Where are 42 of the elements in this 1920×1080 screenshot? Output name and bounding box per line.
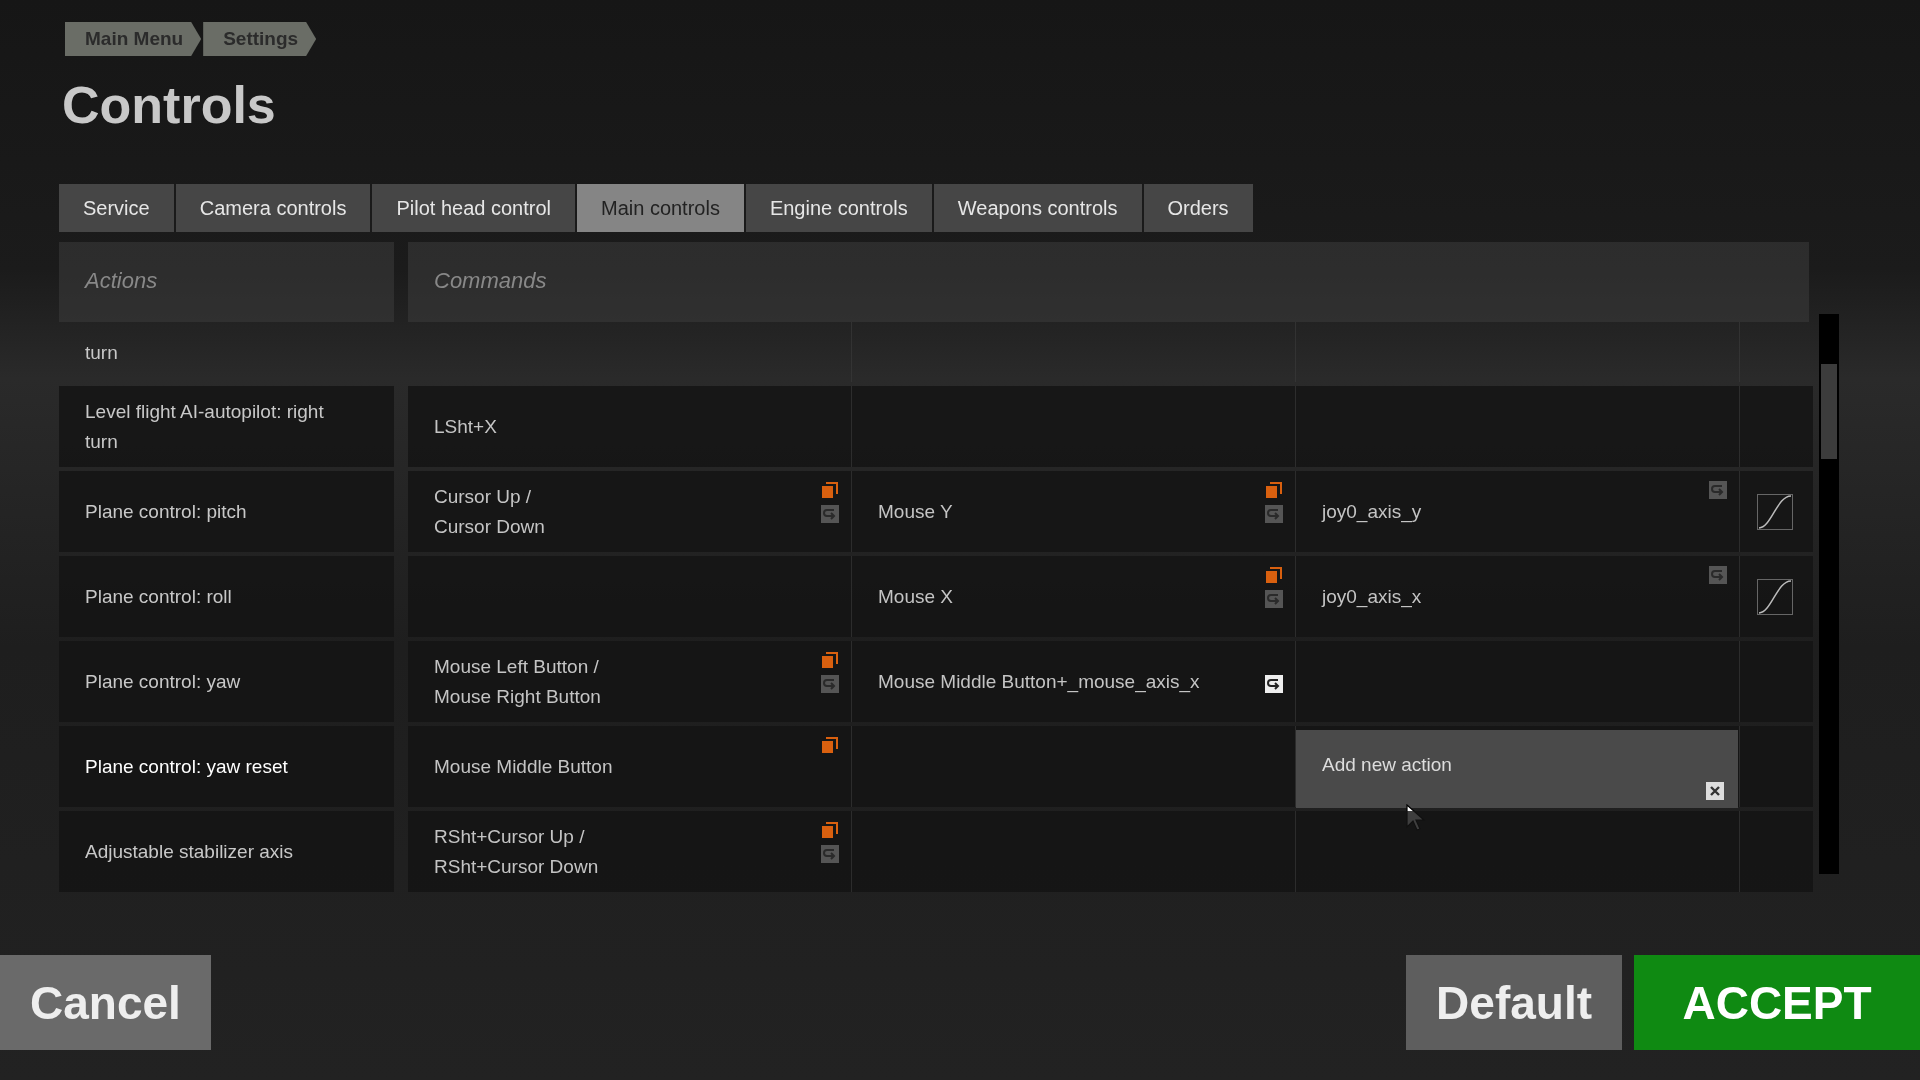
action-cell[interactable]: turn	[59, 322, 394, 382]
binding-text[interactable]: LSht+X	[434, 411, 497, 442]
copy-icon[interactable]	[1265, 481, 1283, 499]
tab[interactable]: Camera controls	[175, 184, 371, 232]
default-button[interactable]: Default	[1406, 955, 1622, 1050]
action-cell[interactable]: Level flight AI-autopilot: right turn	[59, 386, 394, 467]
action-cell[interactable]: Plane control: roll	[59, 556, 394, 637]
column-header: Commands	[408, 242, 1809, 322]
binding-text[interactable]: Mouse Y	[878, 496, 953, 527]
tab[interactable]: Weapons controls	[933, 184, 1142, 232]
accept-button[interactable]: ACCEPT	[1634, 955, 1920, 1050]
tab[interactable]: Orders	[1143, 184, 1253, 232]
binding-text[interactable]: Mouse Middle Button	[434, 751, 613, 782]
tab[interactable]: Engine controls	[745, 184, 932, 232]
response-curve-icon[interactable]	[1757, 578, 1793, 615]
binding-text[interactable]: joy0_axis_x	[1322, 581, 1422, 612]
copy-icon[interactable]	[821, 736, 839, 754]
response-curve-icon[interactable]	[1757, 493, 1793, 530]
reset-icon[interactable]	[1265, 675, 1283, 693]
popup-label: Add new action	[1322, 754, 1452, 775]
copy-icon[interactable]	[821, 481, 839, 499]
cancel-button[interactable]: Cancel	[0, 955, 211, 1050]
action-cell[interactable]: Adjustable stabilizer axis	[59, 811, 394, 892]
binding-text[interactable]: joy0_axis_y	[1322, 496, 1422, 527]
copy-icon[interactable]	[1265, 566, 1283, 584]
tab[interactable]: Pilot head control	[372, 184, 575, 232]
scrollbar[interactable]	[1819, 314, 1839, 874]
page-title: Controls	[62, 75, 277, 136]
tab[interactable]: Main controls	[576, 184, 744, 232]
copy-icon[interactable]	[821, 651, 839, 669]
action-cell[interactable]: Plane control: pitch	[59, 471, 394, 552]
action-cell[interactable]: Plane control: yaw	[59, 641, 394, 722]
binding-text[interactable]: Mouse Left Button / Mouse Right Button	[434, 651, 601, 712]
binding-text[interactable]: RSht+Cursor Up / RSht+Cursor Down	[434, 821, 599, 882]
tab[interactable]: Service	[59, 184, 174, 232]
action-cell[interactable]: Plane control: yaw reset	[59, 726, 394, 807]
close-icon[interactable]	[1706, 782, 1724, 800]
column-header: Actions	[59, 242, 394, 322]
binding-text[interactable]: Cursor Up / Cursor Down	[434, 481, 545, 542]
copy-icon[interactable]	[821, 821, 839, 839]
binding-text[interactable]: Mouse Middle Button+_mouse_axis_x	[878, 666, 1200, 697]
binding-text[interactable]: Mouse X	[878, 581, 953, 612]
